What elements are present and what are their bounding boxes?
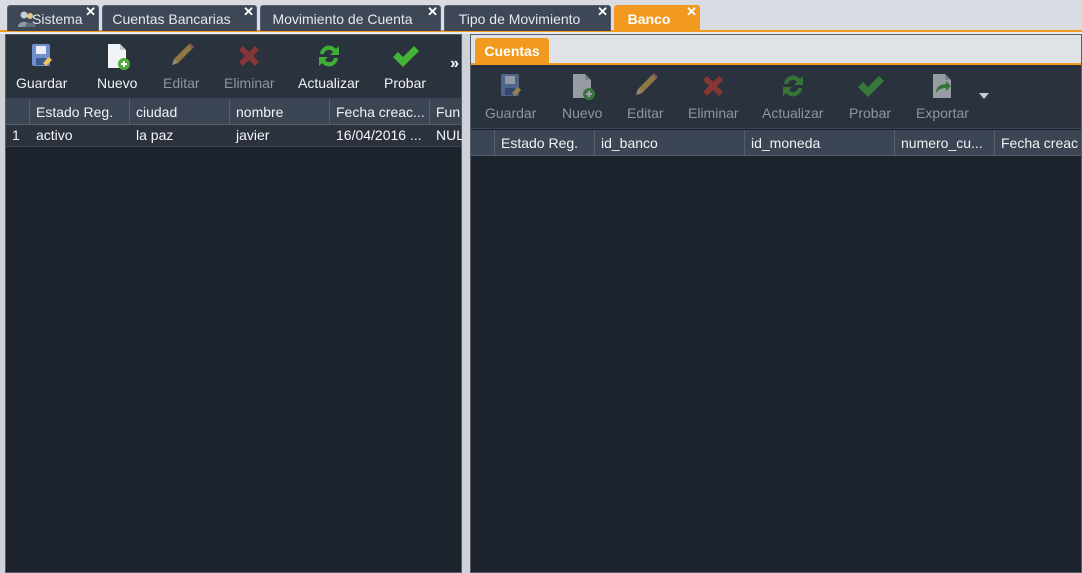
close-icon[interactable]: ✕ [85,0,96,25]
editar-label: Editar [627,105,664,121]
probar-button[interactable]: Probar [849,71,891,121]
eliminar-label: Eliminar [688,105,739,121]
pencil-icon [172,43,195,65]
table-cell[interactable]: la paz [130,125,230,147]
close-icon[interactable]: ✕ [686,0,697,25]
probar-label: Probar [849,105,892,121]
tab-tipo-de-movimiento[interactable]: Tipo de Movimiento ✕ [444,4,611,31]
column-header[interactable]: Fecha creac... [330,99,430,125]
guardar-label: Guardar [485,105,537,121]
actualizar-button[interactable]: Actualizar [762,71,823,121]
column-header[interactable]: ciudad [130,99,230,125]
more-actions-button[interactable]: » [450,55,459,73]
tab-cuentas-bancarias[interactable]: Cuentas Bancarias ✕ [102,4,257,31]
checkmark-icon [858,76,885,97]
editar-label: Editar [163,75,200,91]
editar-button[interactable]: Editar [163,41,200,91]
column-header[interactable]: Estado Reg. [495,130,595,156]
tab-label: Movimiento de Cuenta [272,11,413,27]
nuevo-label: Nuevo [97,75,138,91]
tab-label: Sistema [32,11,83,27]
new-document-icon [573,74,596,100]
delete-x-icon [239,46,260,66]
banco-panel: Guardar Nuevo Editar Eliminar Actualizar… [5,34,463,573]
close-icon[interactable]: ✕ [243,0,254,25]
table-cell[interactable]: NUL [430,125,463,147]
main-tab-bar: Sistema ✕ Cuentas Bancarias ✕ Movimiento… [0,0,1082,32]
row-number-header [6,99,30,125]
row-number: 1 [12,127,20,143]
guardar-button[interactable]: Guardar [485,71,536,121]
column-header[interactable]: id_banco [595,130,745,156]
refresh-icon [318,45,339,67]
eliminar-button[interactable]: Eliminar [688,71,739,121]
cuentas-grid-header: Estado Reg. id_banco id_moneda numero_cu… [471,130,1081,156]
tab-label: Tipo de Movimiento [458,11,581,27]
table-cell[interactable]: 16/04/2016 ... [330,125,430,147]
eliminar-label: Eliminar [224,75,275,91]
row-number-header [471,130,495,156]
guardar-label: Guardar [16,75,68,91]
save-icon [500,74,521,96]
refresh-icon [782,75,803,97]
nuevo-button[interactable]: Nuevo [97,41,137,91]
tab-label: Cuentas Bancarias [112,11,231,27]
close-icon[interactable]: ✕ [597,0,608,25]
column-header[interactable]: Fecha creac [995,130,1081,156]
exportar-label: Exportar [916,105,969,121]
tab-banco[interactable]: Banco ✕ [614,4,700,31]
pencil-icon [636,73,659,95]
tab-cuentas[interactable]: Cuentas [475,38,549,65]
column-header[interactable]: numero_cu... [895,130,995,156]
actualizar-label: Actualizar [298,75,360,91]
panel-splitter[interactable] [462,34,470,573]
cuentas-panel: Cuentas Guardar Nuevo Editar Eliminar Ac… [470,34,1082,573]
table-cell[interactable]: activo [30,125,130,147]
column-header[interactable]: nombre [230,99,330,125]
actualizar-label: Actualizar [762,105,824,121]
eliminar-button[interactable]: Eliminar [224,41,275,91]
close-icon[interactable]: ✕ [427,0,438,25]
column-header[interactable]: Estado Reg. [30,99,130,125]
export-icon [933,74,952,98]
actualizar-button[interactable]: Actualizar [298,41,359,91]
guardar-button[interactable]: Guardar [16,41,67,91]
cuentas-toolbar: Guardar Nuevo Editar Eliminar Actualizar… [471,65,1081,129]
tab-movimiento-de-cuenta[interactable]: Movimiento de Cuenta ✕ [260,4,441,31]
table-cell[interactable]: javier [230,125,330,147]
probar-button[interactable]: Probar [384,41,426,91]
table-row[interactable]: 1 activo la paz javier 16/04/2016 ... NU… [6,125,463,147]
checkmark-icon [393,46,420,67]
cuentas-tab-bar: Cuentas [471,35,1081,65]
nuevo-label: Nuevo [562,105,603,121]
delete-x-icon [703,76,724,96]
column-header[interactable]: id_moneda [745,130,895,156]
save-icon [31,44,52,66]
new-document-icon [108,44,131,70]
chevron-down-icon[interactable] [979,93,989,99]
exportar-button[interactable]: Exportar [916,71,969,121]
probar-label: Probar [384,75,427,91]
tab-label: Banco [627,11,671,27]
column-header[interactable]: Fun [430,99,463,125]
tab-sistema[interactable]: Sistema ✕ [7,4,99,31]
editar-button[interactable]: Editar [627,71,664,121]
banco-toolbar: Guardar Nuevo Editar Eliminar Actualizar… [6,35,461,99]
nuevo-button[interactable]: Nuevo [562,71,602,121]
banco-grid-header: Estado Reg. ciudad nombre Fecha creac...… [6,99,461,125]
